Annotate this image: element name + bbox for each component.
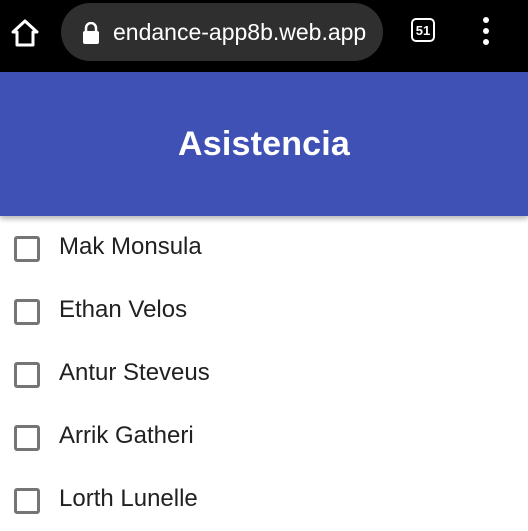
more-vert-icon[interactable]	[476, 14, 496, 48]
student-name: Lorth Lunelle	[59, 485, 198, 512]
list-item[interactable]: Lorth Lunelle	[0, 468, 528, 531]
student-name: Ethan Velos	[59, 296, 188, 323]
page-title: Asistencia	[177, 124, 351, 163]
menu-dot	[483, 39, 489, 45]
attendance-checkbox[interactable]	[14, 425, 40, 451]
url-text: endance-app8b.web.app	[113, 19, 367, 45]
student-name: Mak Monsula	[59, 233, 202, 260]
attendance-checkbox[interactable]	[14, 299, 40, 325]
address-bar[interactable]: endance-app8b.web.app	[61, 3, 383, 61]
home-button[interactable]	[8, 16, 42, 50]
menu-dot	[483, 28, 489, 34]
lock-icon	[83, 22, 99, 44]
menu-dot	[483, 17, 489, 23]
attendance-checkbox[interactable]	[14, 236, 40, 262]
tab-switcher-button[interactable]: 51	[408, 15, 438, 45]
attendance-checkbox[interactable]	[14, 362, 40, 388]
list-item[interactable]: Mak Monsula	[0, 216, 528, 279]
list-item[interactable]: Arrik Gatheri	[0, 405, 528, 468]
app-header: Asistencia	[0, 72, 528, 216]
attendance-list: Mak Monsula Ethan Velos Antur Steveus Ar…	[0, 216, 528, 531]
list-item[interactable]: Ethan Velos	[0, 279, 528, 342]
tab-count: 51	[411, 18, 435, 42]
home-icon	[11, 19, 39, 47]
browser-toolbar: endance-app8b.web.app 51	[0, 0, 528, 72]
student-name: Antur Steveus	[59, 359, 210, 386]
list-item[interactable]: Antur Steveus	[0, 342, 528, 405]
attendance-checkbox[interactable]	[14, 488, 40, 514]
student-name: Arrik Gatheri	[59, 422, 194, 449]
